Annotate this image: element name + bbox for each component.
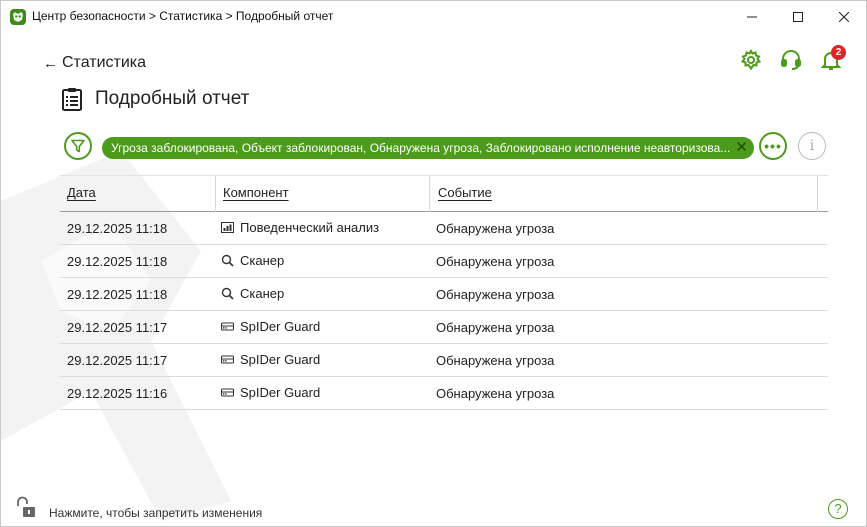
lock-hint-text[interactable]: Нажмите, чтобы запретить изменения: [49, 506, 262, 520]
behavior-icon: [221, 221, 234, 234]
cell-event: Обнаружена угроза: [436, 221, 555, 236]
events-table: Дата Компонент Событие 29.12.2025 11:18 П…: [60, 175, 828, 410]
cell-event: Обнаружена угроза: [436, 353, 555, 368]
table-row[interactable]: 29.12.2025 11:17 SpIDer Guard Обнаружена у…: [60, 344, 828, 377]
unlock-button[interactable]: [15, 495, 39, 519]
column-header-event[interactable]: Событие: [438, 185, 492, 200]
cell-date: 29.12.2025 11:18: [67, 254, 168, 269]
headset-icon: [781, 50, 801, 70]
drive-icon: [220, 320, 235, 333]
back-link-label: Статистика: [62, 54, 147, 71]
cell-component-label: Сканер: [240, 286, 285, 301]
back-arrow-icon: ←: [43, 54, 58, 72]
cell-event: Обнаружена угроза: [436, 386, 555, 401]
title-bar: Центр безопасности > Статистика > Подроб…: [1, 1, 866, 33]
clipboard-report-icon: [62, 88, 82, 111]
filter-chip-label: Угроза заблокирована, Объект заблокирова…: [111, 141, 731, 155]
notification-count-badge: 2: [831, 45, 846, 60]
table-row[interactable]: 29.12.2025 11:18 Поведенческий анализ Обна…: [60, 212, 828, 245]
window-title: Центр безопасности > Статистика > Подроб…: [32, 9, 334, 23]
close-icon: [839, 12, 849, 22]
column-divider[interactable]: [215, 176, 216, 212]
app-logo-icon: [10, 9, 26, 25]
cell-component: SpIDer Guard: [220, 385, 321, 400]
funnel-icon: [71, 139, 85, 153]
settings-button[interactable]: [739, 48, 763, 72]
unlocked-padlock-icon: [17, 496, 35, 517]
info-button[interactable]: i: [798, 132, 826, 160]
cell-component: Сканер: [221, 286, 284, 301]
column-header-date[interactable]: Дата: [67, 185, 96, 200]
cell-date: 29.12.2025 11:17: [67, 320, 168, 335]
column-divider[interactable]: [817, 176, 818, 212]
page-title: Подробный отчет: [95, 88, 250, 109]
table-row[interactable]: 29.12.2025 11:18 Сканер Обнаружена угроза: [60, 278, 828, 311]
minimize-button[interactable]: [729, 1, 775, 33]
notifications-button[interactable]: 2: [819, 45, 846, 72]
maximize-button[interactable]: [775, 1, 821, 33]
column-header-component[interactable]: Компонент: [223, 185, 289, 200]
search-icon: [221, 254, 234, 267]
drive-icon: [220, 353, 235, 366]
page-header: Подробный отчет: [61, 87, 249, 111]
cell-component-label: SpIDer Guard: [240, 319, 321, 334]
cell-component: SpIDer Guard: [220, 352, 321, 367]
table-row[interactable]: 29.12.2025 11:18 Сканер Обнаружена угроза: [60, 245, 828, 278]
table-row[interactable]: 29.12.2025 11:17 SpIDer Guard Обнаружена у…: [60, 311, 828, 344]
cell-component: Поведенческий анализ: [221, 220, 379, 235]
search-icon: [221, 287, 234, 300]
support-button[interactable]: [779, 48, 803, 72]
active-filter-chip[interactable]: Угроза заблокирована, Объект заблокирова…: [102, 137, 754, 159]
cell-component-label: Сканер: [240, 253, 285, 268]
cell-event: Обнаружена угроза: [436, 254, 555, 269]
cell-date: 29.12.2025 11:16: [67, 386, 168, 401]
gear-icon: [740, 49, 762, 71]
column-divider[interactable]: [429, 176, 430, 212]
more-options-button[interactable]: •••: [759, 132, 787, 160]
cell-component-label: Поведенческий анализ: [240, 220, 380, 235]
cell-date: 29.12.2025 11:17: [67, 353, 168, 368]
help-button[interactable]: ?: [828, 499, 848, 519]
filter-button[interactable]: [64, 132, 92, 160]
cell-event: Обнаружена угроза: [436, 287, 555, 302]
maximize-icon: [793, 12, 803, 22]
minimize-icon: [747, 16, 757, 18]
close-window-button[interactable]: [821, 1, 867, 33]
drive-icon: [220, 386, 235, 399]
table-body: 29.12.2025 11:18 Поведенческий анализ Обна…: [60, 212, 828, 410]
cell-component: SpIDer Guard: [220, 319, 321, 334]
cell-date: 29.12.2025 11:18: [67, 287, 168, 302]
cell-component-label: SpIDer Guard: [240, 352, 321, 367]
cell-component-label: SpIDer Guard: [240, 385, 321, 400]
cell-component: Сканер: [221, 253, 284, 268]
cell-date: 29.12.2025 11:18: [67, 221, 168, 236]
cell-event: Обнаружена угроза: [436, 320, 555, 335]
table-header: Дата Компонент Событие: [60, 175, 828, 212]
back-link[interactable]: ← Статистика: [43, 54, 146, 72]
table-row[interactable]: 29.12.2025 11:16 SpIDer Guard Обнаружена у…: [60, 377, 828, 410]
close-icon[interactable]: ✕: [735, 137, 748, 159]
